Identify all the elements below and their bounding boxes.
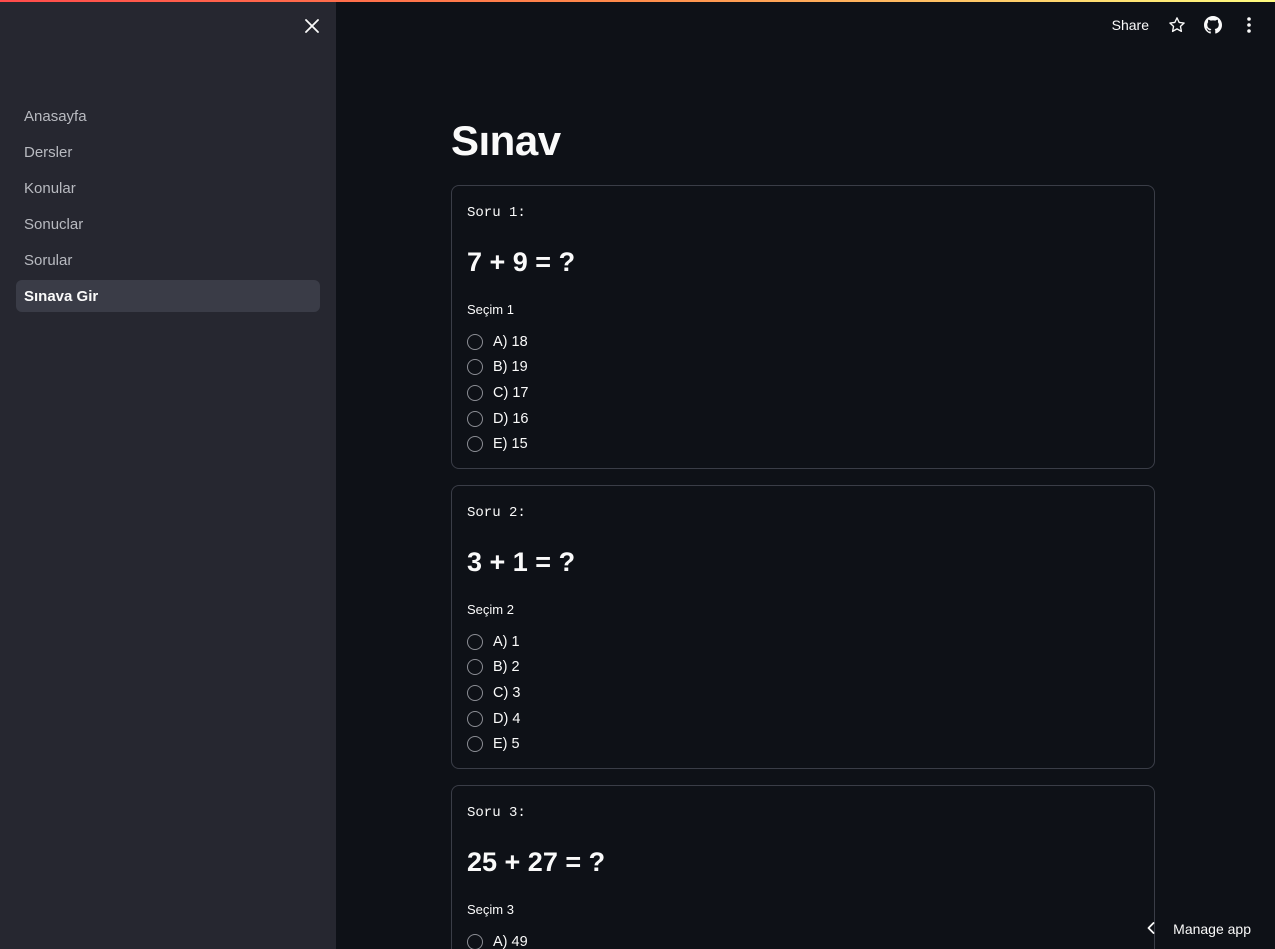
question-text: 25 + 27 = ? bbox=[467, 847, 606, 877]
radio-button[interactable] bbox=[467, 684, 483, 701]
sidebar-item-sorular[interactable]: Sorular bbox=[16, 244, 320, 276]
choice-group-label: Seçim 2 bbox=[467, 602, 514, 617]
radio-button[interactable] bbox=[467, 384, 483, 401]
radio-button[interactable] bbox=[467, 933, 483, 949]
more-vertical-icon[interactable] bbox=[1239, 15, 1259, 35]
question-card: Soru 1: 7 + 9 = ? Seçim 1 A) 18 B) 19 C)… bbox=[451, 185, 1155, 469]
question-card: Soru 3: 25 + 27 = ? Seçim 3 A) 49 bbox=[451, 785, 1155, 949]
sidebar-item-anasayfa[interactable]: Anasayfa bbox=[16, 100, 320, 132]
radio-option-label: D) 16 bbox=[493, 410, 529, 427]
radio-button[interactable] bbox=[467, 410, 483, 427]
radio-option[interactable]: B) 19 bbox=[467, 355, 528, 381]
radio-option[interactable]: D) 16 bbox=[467, 406, 528, 432]
radio-option[interactable]: A) 1 bbox=[467, 629, 520, 655]
chevron-left-icon bbox=[1147, 921, 1155, 937]
page-title: Sınav bbox=[451, 117, 561, 164]
question-card: Soru 2: 3 + 1 = ? Seçim 2 A) 1 B) 2 C) 3… bbox=[451, 485, 1155, 769]
radio-option-label: A) 49 bbox=[493, 933, 528, 949]
close-icon[interactable] bbox=[298, 14, 326, 38]
radio-option-label: D) 4 bbox=[493, 710, 521, 727]
radio-option-label: A) 18 bbox=[493, 333, 528, 350]
header-actions: Share bbox=[1112, 10, 1275, 40]
radio-option[interactable]: C) 17 bbox=[467, 380, 528, 406]
github-icon[interactable] bbox=[1203, 15, 1223, 35]
sidebar-item-konular[interactable]: Konular bbox=[16, 172, 320, 204]
radio-option[interactable]: A) 18 bbox=[467, 329, 528, 355]
radio-option-label: C) 17 bbox=[493, 384, 529, 401]
sidebar-item-sinava-gir[interactable]: Sınava Gir bbox=[16, 280, 320, 312]
radio-button[interactable] bbox=[467, 333, 483, 350]
radio-group: A) 49 bbox=[467, 929, 528, 949]
sidebar: Anasayfa Dersler Konular Sonuclar Sorula… bbox=[0, 0, 336, 949]
question-text: 3 + 1 = ? bbox=[467, 547, 576, 577]
top-decoration-bar bbox=[0, 0, 1275, 2]
radio-option-label: E) 5 bbox=[493, 736, 520, 753]
radio-button[interactable] bbox=[467, 736, 483, 753]
radio-button[interactable] bbox=[467, 436, 483, 453]
radio-option-label: C) 3 bbox=[493, 684, 521, 701]
question-text: 7 + 9 = ? bbox=[467, 247, 576, 277]
radio-button[interactable] bbox=[467, 633, 483, 650]
sidebar-nav: Anasayfa Dersler Konular Sonuclar Sorula… bbox=[16, 100, 320, 316]
question-label: Soru 1: bbox=[467, 205, 526, 221]
manage-app-button[interactable]: Manage app bbox=[1147, 921, 1251, 937]
radio-option[interactable]: B) 2 bbox=[467, 655, 520, 681]
radio-button[interactable] bbox=[467, 359, 483, 376]
sidebar-item-dersler[interactable]: Dersler bbox=[16, 136, 320, 168]
radio-group: A) 1 B) 2 C) 3 D) 4 E) 5 bbox=[467, 629, 520, 757]
share-button[interactable]: Share bbox=[1112, 17, 1149, 33]
sidebar-item-sonuclar[interactable]: Sonuclar bbox=[16, 208, 320, 240]
radio-option[interactable]: D) 4 bbox=[467, 706, 520, 732]
radio-option[interactable]: C) 3 bbox=[467, 680, 520, 706]
radio-option[interactable]: E) 15 bbox=[467, 431, 528, 457]
radio-button[interactable] bbox=[467, 710, 483, 727]
question-label: Soru 2: bbox=[467, 505, 526, 521]
radio-button[interactable] bbox=[467, 659, 483, 676]
radio-option-label: E) 15 bbox=[493, 436, 528, 453]
manage-app-label: Manage app bbox=[1173, 921, 1251, 937]
choice-group-label: Seçim 3 bbox=[467, 902, 514, 917]
radio-option-label: A) 1 bbox=[493, 633, 520, 650]
radio-option[interactable]: A) 49 bbox=[467, 929, 528, 949]
question-label: Soru 3: bbox=[467, 805, 526, 821]
radio-group: A) 18 B) 19 C) 17 D) 16 E) 15 bbox=[467, 329, 528, 457]
star-icon[interactable] bbox=[1167, 15, 1187, 35]
radio-option-label: B) 2 bbox=[493, 659, 520, 676]
choice-group-label: Seçim 1 bbox=[467, 302, 514, 317]
radio-option-label: B) 19 bbox=[493, 359, 528, 376]
radio-option[interactable]: E) 5 bbox=[467, 731, 520, 757]
